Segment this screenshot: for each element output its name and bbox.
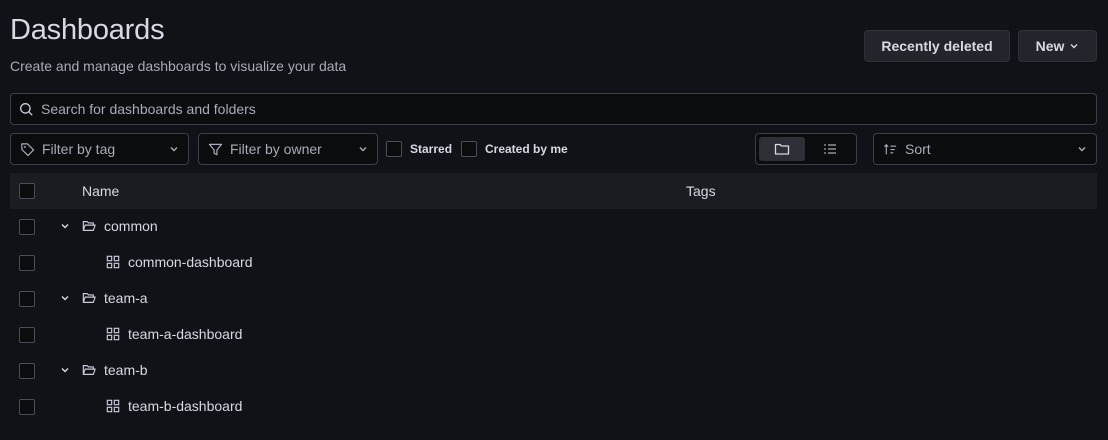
row-name[interactable]: team-a xyxy=(104,290,148,306)
recently-deleted-button[interactable]: Recently deleted xyxy=(864,30,1010,62)
folder-open-icon xyxy=(82,365,96,375)
filter-icon xyxy=(208,143,223,155)
chevron-down-icon[interactable] xyxy=(59,292,71,304)
column-header-name: Name xyxy=(82,183,120,199)
starred-label: Starred xyxy=(410,142,453,156)
dashboards-page: Dashboards Create and manage dashboards … xyxy=(0,0,1108,440)
page-title: Dashboards xyxy=(10,14,165,46)
table-row[interactable]: team-a xyxy=(10,281,1097,317)
table-row[interactable]: team-a-dashboard xyxy=(10,317,1097,353)
apps-icon xyxy=(106,255,120,269)
row-checkbox[interactable] xyxy=(19,291,35,307)
row-checkbox[interactable] xyxy=(19,327,35,343)
filter-by-owner-select[interactable]: Filter by owner xyxy=(198,133,378,165)
select-all-checkbox[interactable] xyxy=(19,183,35,199)
filter-by-tag-placeholder: Filter by tag xyxy=(42,141,116,157)
row-name[interactable]: common-dashboard xyxy=(128,254,253,270)
row-checkbox[interactable] xyxy=(19,219,35,235)
table-row[interactable]: team-b xyxy=(10,353,1097,389)
recently-deleted-label: Recently deleted xyxy=(881,38,993,54)
folder-icon xyxy=(774,143,790,155)
filter-by-tag-select[interactable]: Filter by tag xyxy=(10,133,189,165)
chevron-down-icon xyxy=(1078,147,1086,152)
view-mode-toggle xyxy=(755,133,857,165)
row-name[interactable]: common xyxy=(104,218,158,234)
table-row[interactable]: common xyxy=(10,209,1097,245)
chevron-down-icon[interactable] xyxy=(59,364,71,376)
search-input[interactable] xyxy=(41,101,1096,117)
folder-open-icon xyxy=(82,221,96,231)
row-name[interactable]: team-a-dashboard xyxy=(128,326,242,342)
search-box[interactable] xyxy=(10,93,1097,125)
chevron-down-icon xyxy=(170,147,178,152)
created-by-me-label: Created by me xyxy=(485,142,568,156)
table-row[interactable]: team-b-dashboard xyxy=(10,389,1097,425)
table-header: Name Tags xyxy=(10,173,1097,209)
row-checkbox[interactable] xyxy=(19,399,35,415)
sort-label: Sort xyxy=(905,141,931,157)
starred-checkbox[interactable] xyxy=(386,141,402,157)
sort-select[interactable]: Sort xyxy=(873,133,1097,165)
new-button[interactable]: New xyxy=(1018,30,1097,62)
apps-icon xyxy=(106,399,120,413)
starred-filter[interactable]: Starred xyxy=(386,141,452,157)
folder-view-button[interactable] xyxy=(759,137,805,161)
created-by-me-checkbox[interactable] xyxy=(461,141,477,157)
table-row[interactable]: common-dashboard xyxy=(10,245,1097,281)
tag-icon xyxy=(21,142,35,156)
row-name[interactable]: team-b-dashboard xyxy=(128,398,242,414)
chevron-down-icon xyxy=(359,147,367,152)
folder-open-icon xyxy=(82,293,96,303)
new-label: New xyxy=(1035,38,1065,54)
list-view-button[interactable] xyxy=(807,137,853,161)
sort-amount-icon xyxy=(884,143,897,154)
row-name[interactable]: team-b xyxy=(104,362,148,378)
created-by-me-filter[interactable]: Created by me xyxy=(461,141,568,157)
page-subtitle: Create and manage dashboards to visualiz… xyxy=(10,58,347,74)
chevron-down-icon[interactable] xyxy=(59,220,71,232)
list-icon xyxy=(824,144,836,154)
chevron-down-icon xyxy=(1070,44,1078,49)
row-checkbox[interactable] xyxy=(19,255,35,271)
filter-by-owner-placeholder: Filter by owner xyxy=(230,141,322,157)
row-checkbox[interactable] xyxy=(19,363,35,379)
search-icon xyxy=(20,102,33,116)
column-header-tags: Tags xyxy=(686,183,716,199)
apps-icon xyxy=(106,327,120,341)
